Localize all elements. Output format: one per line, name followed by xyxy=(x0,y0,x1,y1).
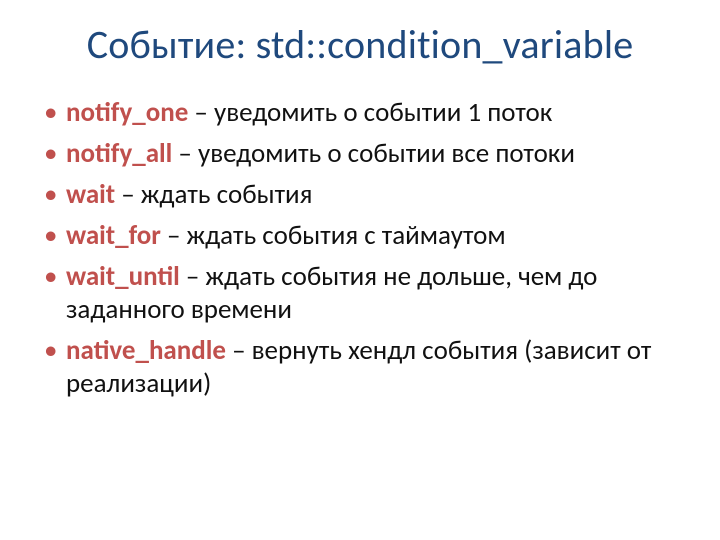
description: – уведомить о событии все потоки xyxy=(172,137,575,170)
term: wait xyxy=(66,178,115,211)
description: – уведомить о событии 1 поток xyxy=(188,96,552,129)
list-item: wait_for – ждать события с таймаутом xyxy=(40,220,674,253)
list-item: wait_until – ждать события не дольше, че… xyxy=(40,261,674,327)
bullet-list: notify_one – уведомить о событии 1 поток… xyxy=(40,97,680,401)
term: wait_for xyxy=(66,219,161,252)
list-item: native_handle – вернуть хендл события (з… xyxy=(40,335,674,401)
term: notify_one xyxy=(66,96,188,129)
list-item: notify_all – уведомить о событии все пот… xyxy=(40,138,674,171)
list-item: wait – ждать события xyxy=(40,179,674,212)
term: notify_all xyxy=(66,137,172,170)
term: wait_until xyxy=(66,260,180,293)
term: native_handle xyxy=(66,334,226,367)
description: – ждать события с таймаутом xyxy=(161,219,506,252)
slide: Событие: std::condition_variable notify_… xyxy=(0,0,720,540)
slide-title: Событие: std::condition_variable xyxy=(40,20,680,69)
list-item: notify_one – уведомить о событии 1 поток xyxy=(40,97,674,130)
description: – ждать события xyxy=(115,178,312,211)
